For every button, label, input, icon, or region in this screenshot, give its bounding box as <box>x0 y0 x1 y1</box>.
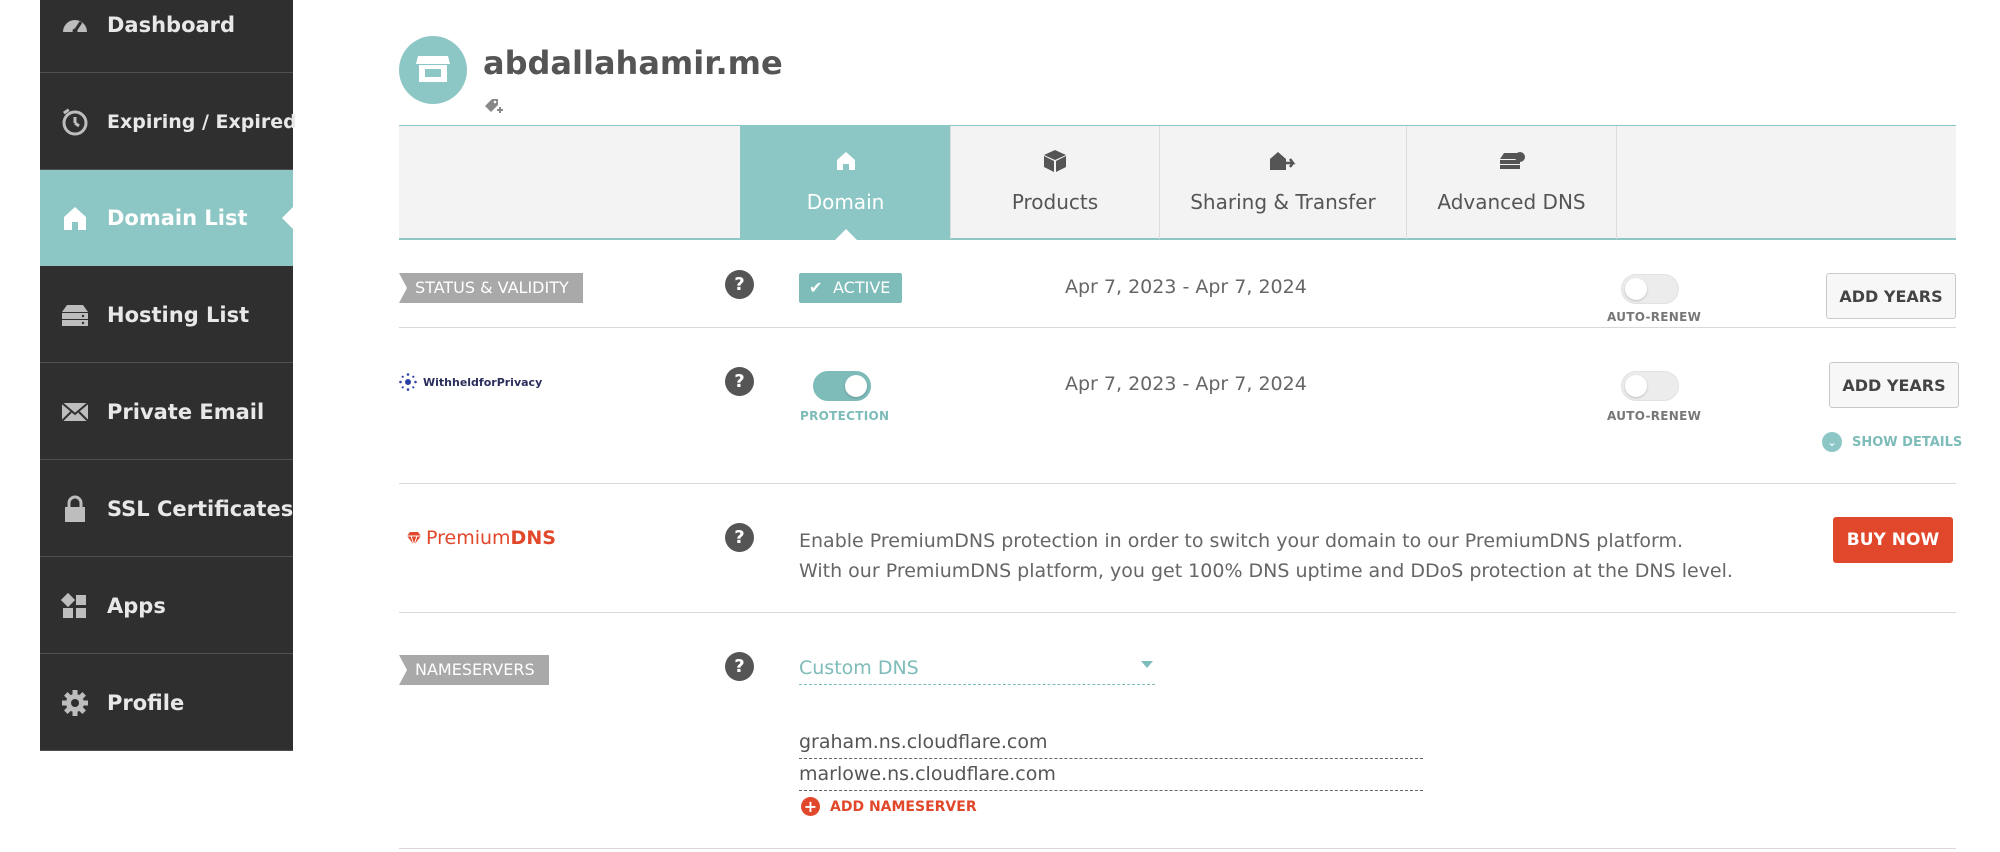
auto-renew-label: AUTO-RENEW <box>1607 310 1702 324</box>
row-divider <box>399 612 1956 613</box>
transfer-house-icon <box>1268 146 1298 176</box>
tab-label: Sharing & Transfer <box>1190 190 1376 214</box>
show-details-link[interactable]: ⌄ SHOW DETAILS <box>1822 432 1962 452</box>
add-nameserver-button[interactable]: + ADD NAMESERVER <box>801 797 977 816</box>
nameserver-input[interactable]: graham.ns.cloudflare.com <box>799 731 1423 759</box>
row-divider <box>399 483 1956 484</box>
sidebar-item-label: Profile <box>107 690 185 715</box>
premiumdns-description-line2: With our PremiumDNS platform, you get 10… <box>799 560 1733 582</box>
buy-now-button[interactable]: BUY NOW <box>1833 517 1953 563</box>
premiumdns-label: PremiumDNS <box>426 527 556 549</box>
withheldforprivacy-logo: WithheldforPrivacy <box>399 373 542 391</box>
sidebar-item-label: Dashboard <box>107 12 236 37</box>
check-icon: ✔ <box>809 278 823 297</box>
help-icon[interactable]: ? <box>725 367 754 396</box>
sidebar-item-expiring[interactable]: Expiring / Expired <box>40 74 297 170</box>
sidebar-item-ssl-certificates[interactable]: SSL Certificates <box>40 461 293 557</box>
dns-type-select[interactable]: Custom DNS <box>799 655 1155 685</box>
add-years-button[interactable]: ADD YEARS <box>1826 273 1956 319</box>
nameserver-input[interactable]: marlowe.ns.cloudflare.com <box>799 763 1423 791</box>
toggle-knob <box>845 375 867 397</box>
sidebar-item-label: Private Email <box>107 399 265 424</box>
chevron-down-icon: ⌄ <box>1822 432 1842 452</box>
help-icon[interactable]: ? <box>725 523 754 552</box>
sidebar-item-domain-list[interactable]: Domain List <box>40 170 293 266</box>
toggle-knob <box>1625 278 1647 300</box>
tab-sharing-transfer[interactable]: Sharing & Transfer <box>1159 126 1406 239</box>
box-icon <box>1040 146 1070 176</box>
sidebar-item-apps[interactable]: Apps <box>40 558 293 654</box>
sidebar-item-profile[interactable]: Profile <box>40 655 293 751</box>
timer-icon <box>58 105 92 139</box>
lock-icon <box>58 492 92 526</box>
validity-dates: Apr 7, 2023 - Apr 7, 2024 <box>1065 276 1307 298</box>
domain-avatar <box>399 36 467 104</box>
storefront-icon <box>415 52 451 88</box>
server-icon <box>58 298 92 332</box>
dns-type-value: Custom DNS <box>799 657 919 679</box>
dashboard-gauge-icon <box>58 8 92 42</box>
tab-divider <box>1616 126 1617 239</box>
tab-label: Products <box>1011 190 1099 214</box>
tab-advanced-dns[interactable]: Advanced DNS <box>1406 126 1616 239</box>
add-nameserver-label: ADD NAMESERVER <box>830 798 977 815</box>
row-divider <box>399 327 1956 328</box>
protection-label: PROTECTION <box>800 409 890 423</box>
sidebar-item-hosting-list[interactable]: Hosting List <box>40 267 293 363</box>
row-divider <box>399 848 1956 849</box>
auto-renew-toggle[interactable] <box>1621 371 1679 401</box>
sidebar-item-label: Expiring / Expired <box>107 110 297 133</box>
section-label-nameservers: NAMESERVERS <box>399 655 549 685</box>
sidebar-item-label: SSL Certificates <box>107 496 294 521</box>
tab-products[interactable]: Products <box>950 126 1159 239</box>
sidebar-item-label: Hosting List <box>107 302 250 327</box>
tab-label: Advanced DNS <box>1437 190 1586 214</box>
apps-grid-icon <box>58 589 92 623</box>
status-badge-label: ACTIVE <box>833 278 891 297</box>
auto-renew-toggle[interactable] <box>1621 274 1679 304</box>
premiumdns-description-line1: Enable PremiumDNS protection in order to… <box>799 530 1684 552</box>
protection-toggle[interactable] <box>813 371 871 401</box>
sidebar: Dashboard Expiring / Expired Domain List… <box>40 0 297 751</box>
add-years-button[interactable]: ADD YEARS <box>1829 362 1959 408</box>
envelope-icon <box>58 395 92 429</box>
show-details-label: SHOW DETAILS <box>1852 434 1963 450</box>
toggle-knob <box>1625 375 1647 397</box>
privacy-dates: Apr 7, 2023 - Apr 7, 2024 <box>1065 373 1307 395</box>
section-label-status: STATUS & VALIDITY <box>399 273 583 303</box>
diamond-icon <box>407 532 421 546</box>
auto-renew-label: AUTO-RENEW <box>1607 409 1702 423</box>
status-badge: ✔ ACTIVE <box>799 273 903 303</box>
plus-circle-icon: + <box>801 797 820 816</box>
dns-server-icon <box>1497 146 1527 176</box>
sidebar-item-label: Apps <box>107 593 166 618</box>
gear-icon <box>58 686 92 720</box>
sidebar-item-private-email[interactable]: Private Email <box>40 364 293 460</box>
tab-label: Domain <box>806 190 885 214</box>
sidebar-item-dashboard[interactable]: Dashboard <box>40 0 293 73</box>
sidebar-item-label: Domain List <box>107 205 248 230</box>
withheldforprivacy-label: WithheldforPrivacy <box>423 375 543 389</box>
home-icon <box>831 146 861 176</box>
caret-down-icon <box>1141 661 1153 668</box>
page-title: abdallahamir.me <box>483 44 783 82</box>
home-icon <box>58 201 92 235</box>
help-icon[interactable]: ? <box>725 270 754 299</box>
privacy-star-icon <box>399 373 417 391</box>
help-icon[interactable]: ? <box>725 652 754 681</box>
premiumdns-logo: PremiumDNS <box>406 527 556 549</box>
tab-bar: Domain Products Sharing & Transfer Advan… <box>399 125 1956 241</box>
tab-domain[interactable]: Domain <box>740 126 950 241</box>
tag-add-icon[interactable] <box>484 98 506 116</box>
